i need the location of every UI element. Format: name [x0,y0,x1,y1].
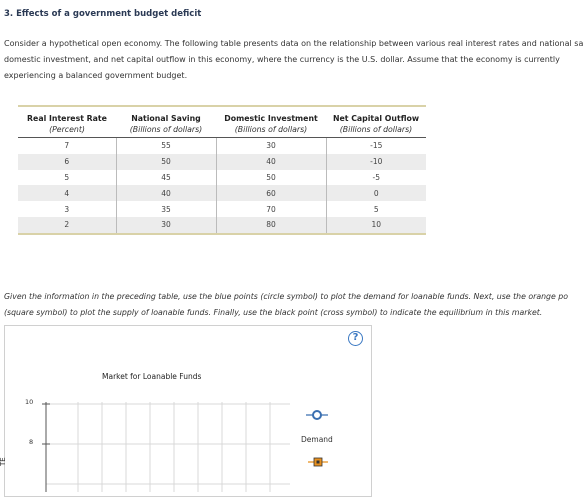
y-tick-label: 8 [29,438,34,446]
cell-interest-rate: 5 [18,169,117,186]
cell-national-saving: 55 [116,137,217,154]
col-subheader-interest-rate: (Percent) [18,123,116,138]
table-row: 2 30 80 10 [18,216,426,233]
cell-domestic-investment: 30 [216,137,327,154]
help-icon[interactable]: ? [348,331,363,346]
intro-line: domestic investment, and net capital out… [4,55,560,64]
table-row: 5 45 50 -5 [18,169,426,186]
cell-net-capital-outflow: -5 [326,169,426,186]
cell-national-saving: 30 [116,216,217,233]
cell-net-capital-outflow: 10 [326,216,426,233]
intro-paragraph: Consider a hypothetical open economy. Th… [4,36,585,84]
col-header-domestic-investment: Domestic Investment [224,114,318,123]
instruction-line: (square symbol) to plot the supply of lo… [4,307,543,317]
cell-interest-rate: 3 [18,201,117,217]
intro-line: Consider a hypothetical open economy. Th… [4,39,584,48]
cell-net-capital-outflow: -10 [326,153,426,170]
cell-domestic-investment: 80 [216,216,327,233]
y-axis-label-partial: TE [0,457,7,466]
table-row: 3 35 70 5 [18,201,426,217]
cell-domestic-investment: 40 [216,153,327,170]
cell-interest-rate: 2 [18,216,117,233]
cell-national-saving: 40 [116,185,217,202]
cell-interest-rate: 6 [18,153,117,170]
cell-domestic-investment: 50 [216,169,327,186]
cell-interest-rate: 4 [18,185,117,202]
instruction-line: Given the information in the preceding t… [4,292,568,301]
cell-domestic-investment: 60 [216,185,327,202]
cell-national-saving: 50 [116,153,217,170]
col-header-national-saving: National Saving [131,114,201,123]
data-table: Real Interest Rate National Saving Domes… [18,105,426,235]
table-row: 7 55 30 -15 [18,137,426,154]
y-tick-label: 10 [25,398,34,406]
demand-tool-icon[interactable] [306,408,328,422]
graph-title: Market for Loanable Funds [102,372,202,381]
instructions-paragraph: Given the information in the preceding t… [4,289,585,320]
cell-net-capital-outflow: 0 [326,185,426,202]
graph-plot-area[interactable]: 10 8 [25,398,290,492]
page-title: 3. Effects of a government budget defici… [4,9,202,19]
col-header-interest-rate: Real Interest Rate [27,114,107,123]
cell-national-saving: 45 [116,169,217,186]
supply-tool-icon[interactable] [308,455,328,469]
cell-net-capital-outflow: -15 [326,137,426,154]
col-header-net-capital-outflow: Net Capital Outflow [332,114,420,123]
cell-interest-rate: 7 [18,137,117,154]
graph-svg[interactable] [42,402,290,492]
cell-net-capital-outflow: 5 [326,201,426,217]
cell-national-saving: 35 [116,201,217,217]
table-row: 4 40 60 0 [18,185,426,202]
col-subheader-domestic-investment: (Billions of dollars) [216,123,326,138]
col-subheader-national-saving: (Billions of dollars) [116,123,216,138]
table-row: 6 50 40 -10 [18,153,426,170]
col-subheader-net-capital-outflow: (Billions of dollars) [326,123,426,138]
cell-domestic-investment: 70 [216,201,327,217]
intro-line: experiencing a balanced government budge… [4,71,188,80]
legend-demand-label: Demand [301,435,333,444]
